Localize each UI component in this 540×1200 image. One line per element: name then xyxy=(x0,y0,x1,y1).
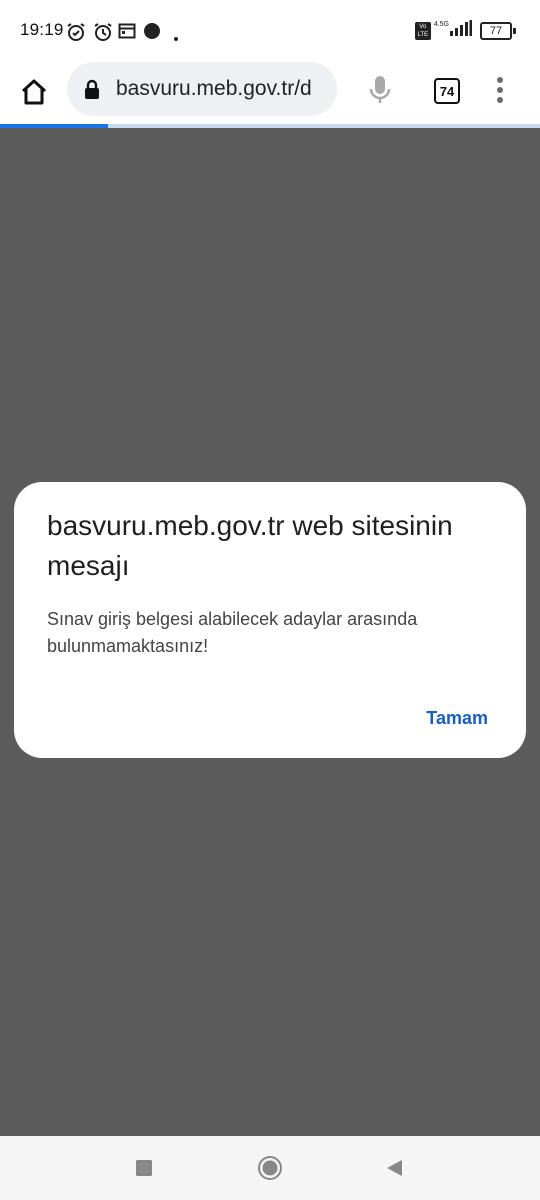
alarm-icon xyxy=(93,22,113,47)
microphone-icon xyxy=(369,76,391,103)
dialog-title: basvuru.meb.gov.tr web sitesinin mesajı xyxy=(47,510,453,581)
alert-dialog: basvuru.meb.gov.tr web sitesinin mesajı … xyxy=(14,482,526,758)
back-button[interactable] xyxy=(384,1158,404,1183)
dialog-message: Sınav giriş belgesi alabilecek adaylar a… xyxy=(47,609,418,656)
omnibox[interactable]: basvuru.meb.gov.tr/d xyxy=(67,62,337,116)
more-vert-icon xyxy=(497,77,503,103)
battery-icon: 77 xyxy=(480,21,516,40)
status-indicators: Vo LTE 4.5G 77 xyxy=(414,20,516,41)
more-notifications-icon xyxy=(173,29,179,47)
home-icon xyxy=(21,79,47,105)
status-time: 19:19 xyxy=(20,20,64,39)
signal-icon xyxy=(450,20,472,41)
calendar-icon xyxy=(118,22,136,45)
back-triangle-icon xyxy=(387,1160,402,1176)
ok-button[interactable]: Tamam xyxy=(426,708,488,729)
status-bar: 19:19 Vo LTE 4.5G 77 xyxy=(0,0,540,62)
battery-level: 77 xyxy=(489,24,503,37)
page-load-progress-fill xyxy=(0,124,108,128)
home-nav-button[interactable] xyxy=(257,1155,283,1186)
phone-screen: 19:19 Vo LTE 4.5G 77 basvuru.meb.gov.tr/… xyxy=(0,0,540,1200)
recents-square-icon xyxy=(136,1160,152,1176)
network-type-label: 4.5G xyxy=(433,21,449,28)
url-text[interactable]: basvuru.meb.gov.tr/d xyxy=(116,77,330,101)
browser-toolbar: basvuru.meb.gov.tr/d 74 xyxy=(0,62,540,124)
volte-label: Vo LTE xyxy=(417,23,429,38)
lock-icon[interactable] xyxy=(84,79,100,104)
page-load-progress xyxy=(0,124,540,128)
alarm-check-icon xyxy=(66,22,86,47)
home-button[interactable] xyxy=(14,72,54,112)
notification-dot-icon xyxy=(143,22,161,45)
system-navigation-bar xyxy=(0,1136,540,1200)
overflow-menu-button[interactable] xyxy=(490,76,510,104)
voice-search-button[interactable] xyxy=(364,72,396,108)
recents-button[interactable] xyxy=(135,1159,153,1182)
volte-icon: Vo LTE xyxy=(414,21,431,40)
home-circle-icon xyxy=(258,1156,282,1180)
tab-count: 74 xyxy=(439,83,455,99)
tab-switcher-button[interactable]: 74 xyxy=(434,78,460,104)
